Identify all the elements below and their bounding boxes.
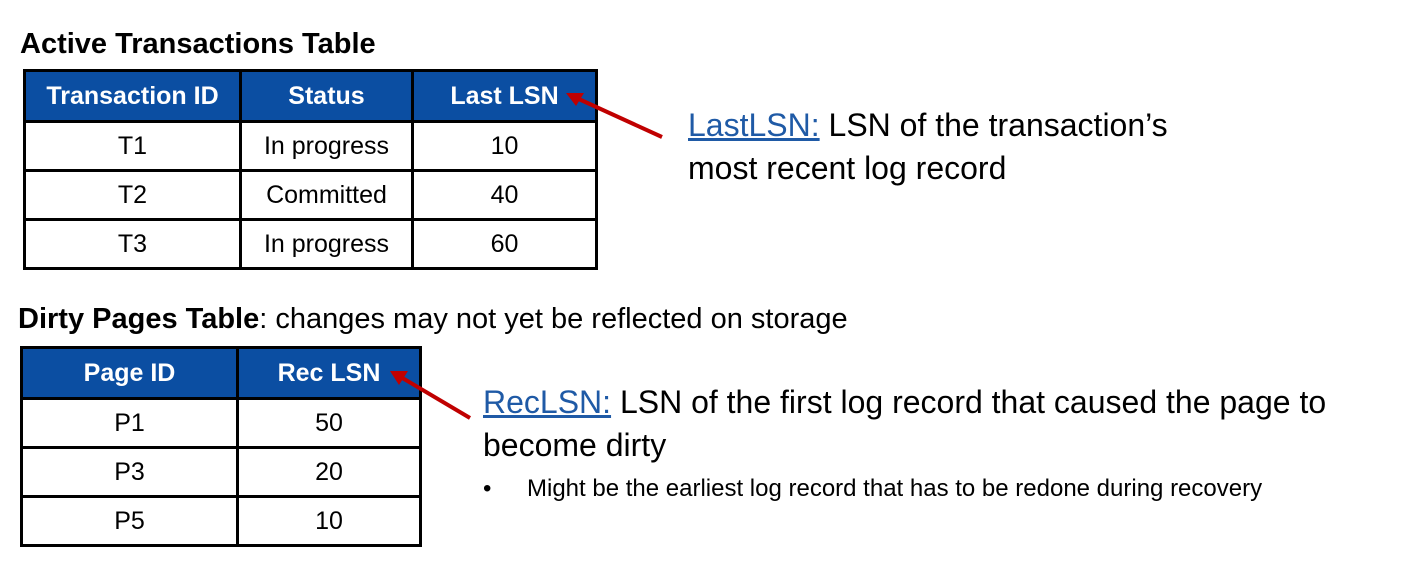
rec-lsn-note-line1: RecLSN: LSN of the first log record that… [483, 381, 1326, 424]
rec-lsn-definition: LSN of the first log record that caused … [611, 384, 1327, 420]
column-header-transaction-id: Transaction ID [23, 69, 242, 123]
rec-lsn-bullet-text: Might be the earliest log record that ha… [527, 475, 1263, 502]
rec-lsn-note: RecLSN: LSN of the first log record that… [483, 381, 1326, 467]
rec-lsn-bullet: • Might be the earliest log record that h… [483, 474, 1262, 504]
column-header-page-id: Page ID [20, 346, 239, 400]
table-row: P1 50 [20, 397, 422, 449]
active-transactions-table: Transaction ID Status Last LSN T1 In pro… [23, 69, 598, 270]
last-lsn-definition: LSN of the transaction’s [819, 107, 1168, 143]
dirty-table-title-bold: Dirty Pages Table [18, 303, 260, 335]
last-lsn-note-line1: LastLSN: LSN of the transaction’s [688, 104, 1168, 147]
table-row: T1 In progress 10 [23, 120, 598, 172]
dirty-pages-table: Page ID Rec LSN P1 50 P3 20 P5 10 [20, 346, 422, 547]
status-cell: In progress [239, 120, 414, 172]
table-row: T3 In progress 60 [23, 218, 598, 270]
column-header-rec-lsn: Rec LSN [236, 346, 422, 400]
page-id-cell: P3 [20, 446, 239, 498]
rec-lsn-cell: 10 [236, 495, 422, 547]
table-row: P3 20 [20, 446, 422, 498]
dirty-table-subtitle: : changes may not yet be reflected on st… [259, 303, 848, 335]
table-row: P5 10 [20, 495, 422, 547]
column-header-status: Status [239, 69, 414, 123]
last-lsn-term: LastLSN: [688, 107, 820, 143]
last-lsn-note-line2: most recent log record [688, 150, 1007, 186]
table-header-row: Page ID Rec LSN [20, 346, 422, 400]
page-id-cell: P5 [20, 495, 239, 547]
transaction-id-cell: T3 [23, 218, 242, 270]
status-cell: Committed [239, 169, 414, 221]
last-lsn-cell: 10 [411, 120, 598, 172]
table-header-row: Transaction ID Status Last LSN [23, 69, 598, 123]
transaction-id-cell: T1 [23, 120, 242, 172]
rec-lsn-cell: 20 [236, 446, 422, 498]
rec-lsn-note-line2: become dirty [483, 427, 667, 463]
column-header-last-lsn: Last LSN [411, 69, 598, 123]
status-cell: In progress [239, 218, 414, 270]
dirty-table-title: Dirty Pages Table: changes may not yet b… [18, 302, 848, 336]
rec-lsn-term: RecLSN: [483, 384, 612, 420]
table-row: T2 Committed 40 [23, 169, 598, 221]
active-table-title: Active Transactions Table [20, 28, 376, 60]
last-lsn-cell: 60 [411, 218, 598, 270]
last-lsn-note: LastLSN: LSN of the transaction’s most r… [688, 104, 1168, 190]
page-id-cell: P1 [20, 397, 239, 449]
transaction-id-cell: T2 [23, 169, 242, 221]
rec-lsn-cell: 50 [236, 397, 422, 449]
last-lsn-cell: 40 [411, 169, 598, 221]
bullet-dot: • [483, 475, 492, 502]
